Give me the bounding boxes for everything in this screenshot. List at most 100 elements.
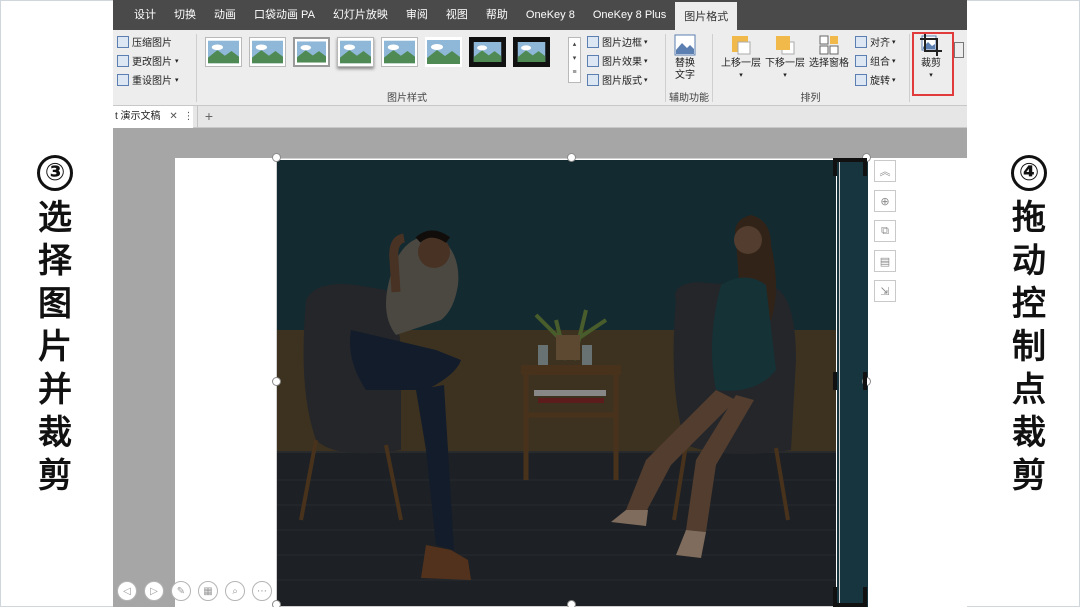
style-options: 图片边框 ▾ 图片效果 ▾ 图片版式 ▾	[587, 32, 648, 89]
tab-pocket-animation[interactable]: 口袋动画 PA	[245, 0, 324, 30]
style-thumb[interactable]	[205, 37, 242, 67]
tab-more-icon[interactable]: ⋮	[184, 111, 194, 122]
caption-char: 选	[38, 198, 72, 238]
arrange-small-buttons: 对齐 ▾ 组合 ▾ 旋转 ▾	[855, 32, 896, 89]
compress-pictures-button[interactable]: 压缩图片	[117, 32, 197, 51]
collapse-icon[interactable]: ︽	[874, 160, 896, 182]
change-picture-button[interactable]: 更改图片 ▾	[117, 51, 197, 70]
bring-forward-button[interactable]: 上移一层 ▾	[721, 34, 761, 82]
style-thumb[interactable]	[293, 37, 330, 67]
right-caption: ④ 拖 动 控 制 点 裁 剪	[994, 155, 1064, 498]
crop-handle-bottom-right[interactable]	[833, 603, 867, 607]
slides-icon[interactable]: ▦	[198, 581, 218, 601]
close-tab-icon[interactable]: ✕	[169, 111, 177, 122]
style-thumb[interactable]	[513, 37, 550, 67]
caption-char: 动	[1012, 241, 1046, 281]
group-icon	[855, 54, 867, 67]
ribbon-tabs: 设计 切换 动画 口袋动画 PA 幻灯片放映 审阅 视图 帮助 OneKey 8…	[113, 0, 967, 30]
gallery-scroll[interactable]: ▴ ▾ ≡	[568, 37, 581, 83]
crop-handle-right[interactable]	[833, 372, 837, 390]
step-number-3: ③	[37, 155, 73, 191]
tab-animations[interactable]: 动画	[205, 0, 245, 30]
change-picture-icon	[117, 54, 129, 67]
style-thumb[interactable]	[469, 37, 506, 67]
new-tab-icon[interactable]: +	[199, 106, 219, 128]
crop-handle-top-right[interactable]	[833, 158, 837, 176]
border-icon	[587, 35, 599, 48]
tab-design[interactable]: 设计	[125, 0, 165, 30]
group-label-styles: 图片样式	[387, 93, 427, 104]
tab-transitions[interactable]: 切换	[165, 0, 205, 30]
reset-picture-button[interactable]: 重设图片 ▾	[117, 70, 197, 89]
crop-highlight	[912, 32, 954, 96]
bring-forward-icon	[732, 36, 751, 55]
style-gallery	[205, 37, 550, 67]
pen-icon[interactable]: ✎	[171, 581, 191, 601]
tab-picture-format[interactable]: 图片格式	[675, 0, 738, 30]
alt-text-button[interactable]: 替换 文字	[674, 34, 696, 82]
tab-onekey8plus[interactable]: OneKey 8 Plus	[584, 0, 675, 30]
align-center-icon[interactable]: ⊕	[874, 190, 896, 212]
style-thumb[interactable]	[381, 37, 418, 67]
group-adjust: 压缩图片 更改图片 ▾ 重设图片 ▾	[117, 30, 197, 106]
picture-effects-button[interactable]: 图片效果 ▾	[587, 51, 648, 70]
left-caption: ③ 选 择 图 片 并 裁 剪	[20, 155, 90, 498]
crop-handle-top-right[interactable]	[863, 158, 867, 176]
tab-slideshow[interactable]: 幻灯片放映	[324, 0, 397, 30]
group-size: 裁剪 ▾	[910, 30, 967, 106]
style-thumb[interactable]	[425, 37, 462, 67]
selection-pane-icon	[819, 35, 839, 55]
picture-layout-button[interactable]: 图片版式 ▾	[587, 70, 648, 89]
resize-handle[interactable]	[272, 377, 281, 386]
tab-review[interactable]: 审阅	[397, 0, 437, 30]
group-button[interactable]: 组合 ▾	[855, 51, 896, 70]
tab-help[interactable]: 帮助	[477, 0, 517, 30]
layers-icon[interactable]: ⧉	[874, 220, 896, 242]
tab-view[interactable]: 视图	[437, 0, 477, 30]
layout-icon	[587, 73, 599, 86]
picture-border-button[interactable]: 图片边框 ▾	[587, 32, 648, 51]
resize-handle[interactable]	[272, 153, 281, 162]
selection-pane-button[interactable]: 选择窗格	[809, 34, 849, 70]
resize-icon[interactable]: ⇲	[874, 280, 896, 302]
caption-char: 拖	[1012, 198, 1046, 238]
resize-handle[interactable]	[272, 600, 281, 607]
caption-char: 点	[1012, 370, 1046, 410]
compress-icon	[117, 35, 129, 48]
group-arrange: 上移一层 ▾ 下移一层 ▾ 选择窗格 对齐 ▾ 组合 ▾ 旋转 ▾ 排列	[713, 30, 908, 106]
step-number-4: ④	[1011, 155, 1047, 191]
slideshow-controls: ◁ ▷ ✎ ▦ ⌕ ⋯	[117, 581, 272, 601]
caption-char: 并	[38, 370, 72, 410]
style-thumb[interactable]	[337, 37, 374, 67]
caption-char: 剪	[38, 456, 72, 496]
picture[interactable]	[276, 160, 836, 607]
tab-onekey8[interactable]: OneKey 8	[517, 0, 584, 30]
crop-handle-top-right[interactable]	[833, 158, 867, 162]
ribbon: 压缩图片 更改图片 ▾ 重设图片 ▾ ▴ ▾ ≡ 图片边框 ▾ 图片效果 ▾ 图片版式 ▾	[113, 30, 967, 106]
align-button[interactable]: 对齐 ▾	[855, 32, 896, 51]
caption-char: 控	[1012, 284, 1046, 324]
resize-handle[interactable]	[567, 600, 576, 607]
effects-icon	[587, 54, 599, 67]
height-icon	[954, 42, 964, 58]
resize-handle[interactable]	[567, 153, 576, 162]
copy-style-icon[interactable]: ▤	[874, 250, 896, 272]
rotate-button[interactable]: 旋转 ▾	[855, 70, 896, 89]
style-thumb[interactable]	[249, 37, 286, 67]
rotate-icon	[855, 73, 867, 86]
align-icon	[855, 35, 867, 48]
group-label-arrange: 排列	[800, 93, 821, 104]
zoom-icon[interactable]: ⌕	[225, 581, 245, 601]
document-tab[interactable]: t 演示文稿 ✕ ⋮	[113, 106, 194, 128]
next-icon[interactable]: ▷	[144, 581, 164, 601]
crop-handle-right[interactable]	[863, 372, 867, 390]
group-accessibility: 替换 文字 辅助功能	[666, 30, 712, 106]
document-tabs: t 演示文稿 ✕ ⋮ +	[113, 106, 967, 128]
tab-divider	[197, 106, 198, 128]
previous-icon[interactable]: ◁	[117, 581, 137, 601]
powerpoint-window: 设计 切换 动画 口袋动画 PA 幻灯片放映 审阅 视图 帮助 OneKey 8…	[113, 0, 967, 607]
caption-char: 图	[38, 284, 72, 324]
photo-illustration	[276, 160, 836, 607]
more-icon[interactable]: ⋯	[252, 581, 272, 601]
send-backward-button[interactable]: 下移一层 ▾	[765, 34, 805, 82]
